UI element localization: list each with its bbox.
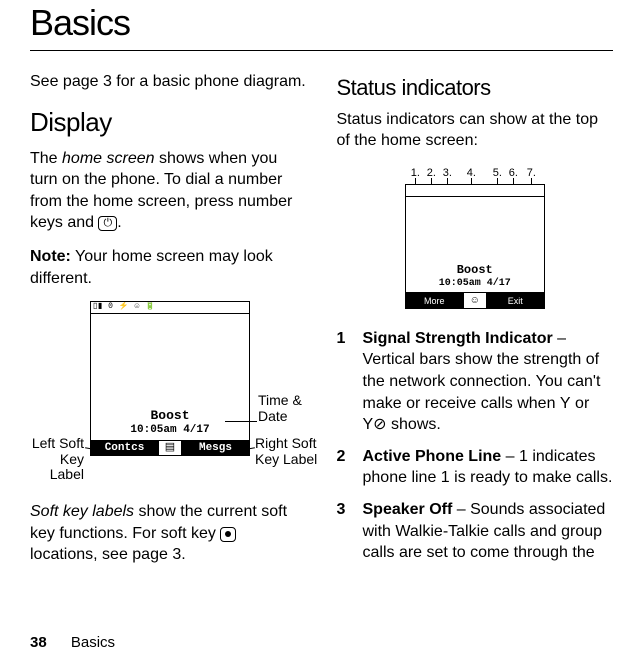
status-phone-time: 10:05am 4/17 <box>406 277 544 291</box>
home-screen-term: home screen <box>62 150 155 167</box>
antenna-no-signal-icon: Y⊘ <box>363 414 387 436</box>
page-number: 38 <box>30 634 47 651</box>
annotation-time-date: Time & Date <box>258 393 313 424</box>
status-phone-exit: Exit <box>487 293 544 308</box>
note-label: Note: <box>30 248 71 265</box>
page-title: Basics <box>30 2 613 44</box>
status-phone-topbar <box>406 185 544 197</box>
display-heading: Display <box>30 105 307 140</box>
phone-softkey-bar: Contcs ▤ Mesgs <box>91 440 249 455</box>
annotation-left-softkey: Left Soft Key Label <box>24 436 84 482</box>
display-paragraph: The home screen shows when you turn on t… <box>30 148 307 234</box>
status-heading: Status indicators <box>337 73 614 103</box>
status-phone-screen: Boost 10:05am 4/17 More ☺ Exit <box>405 184 545 309</box>
text-run: . <box>117 214 121 231</box>
status-item-1: 1 Signal Strength Indicator – Vertical b… <box>337 328 614 436</box>
antenna-icon: Y <box>560 393 571 415</box>
status-phone-softbar: More ☺ Exit <box>406 292 544 308</box>
status-phone-mid-icon: ☺ <box>463 293 487 308</box>
status-phone-more: More <box>406 293 463 308</box>
annotation-line <box>225 421 257 422</box>
item-text: Active Phone Line – 1 indicates phone li… <box>363 446 614 489</box>
text-run: The <box>30 150 62 167</box>
status-phone-brand: Boost <box>406 262 544 278</box>
item-title: Active Phone Line <box>363 448 502 465</box>
item-text: Signal Strength Indicator – Vertical bar… <box>363 328 614 436</box>
left-softkey-label: Contcs <box>91 441 158 455</box>
left-column: See page 3 for a basic phone diagram. Di… <box>30 71 307 578</box>
item-number: 1 <box>337 328 363 436</box>
intro-text: See page 3 for a basic phone diagram. <box>30 71 307 93</box>
display-diagram: ▯▮ 0 ⚡ ☺ 🔋 Boost 10:05am 4/17 Contcs ▤ M… <box>30 301 307 491</box>
title-divider <box>30 50 613 51</box>
phone-screen: ▯▮ 0 ⚡ ☺ 🔋 Boost 10:05am 4/17 Contcs ▤ M… <box>90 301 250 456</box>
right-column: Status indicators Status indicators can … <box>337 71 614 578</box>
status-item-3: 3 Speaker Off – Sounds associated with W… <box>337 499 614 564</box>
right-softkey-label: Mesgs <box>182 441 249 455</box>
footer-label: Basics <box>71 634 115 651</box>
text-run: locations, see page 3. <box>30 546 186 563</box>
item-title: Signal Strength Indicator <box>363 330 553 347</box>
item-text: Speaker Off – Sounds associated with Wal… <box>363 499 614 564</box>
phone-status-bar: ▯▮ 0 ⚡ ☺ 🔋 <box>91 302 249 314</box>
soft-key-icon <box>220 527 236 542</box>
page-footer: 38 Basics <box>30 634 115 651</box>
item-title: Speaker Off <box>363 501 453 518</box>
softkey-term: Soft key labels <box>30 503 134 520</box>
status-intro: Status indicators can show at the top of… <box>337 109 614 152</box>
center-softkey-icon: ▤ <box>158 441 182 455</box>
phone-time-date: 10:05am 4/17 <box>91 423 249 438</box>
status-phone-body: Boost 10:05am 4/17 <box>406 197 544 292</box>
status-diagram: 1. 2. 3. 4. 5. 6. 7. Boost 10:05 <box>375 164 575 314</box>
item-number: 2 <box>337 446 363 489</box>
call-key-icon: ⏻ <box>98 216 117 231</box>
item-tail: shows. <box>387 416 441 433</box>
item-number: 3 <box>337 499 363 564</box>
note-paragraph: Note: Your home screen may look differen… <box>30 246 307 289</box>
softkey-paragraph: Soft key labels show the current soft ke… <box>30 501 307 566</box>
status-item-2: 2 Active Phone Line – 1 indicates phone … <box>337 446 614 489</box>
annotation-right-softkey: Right Soft Key Label <box>255 436 325 467</box>
